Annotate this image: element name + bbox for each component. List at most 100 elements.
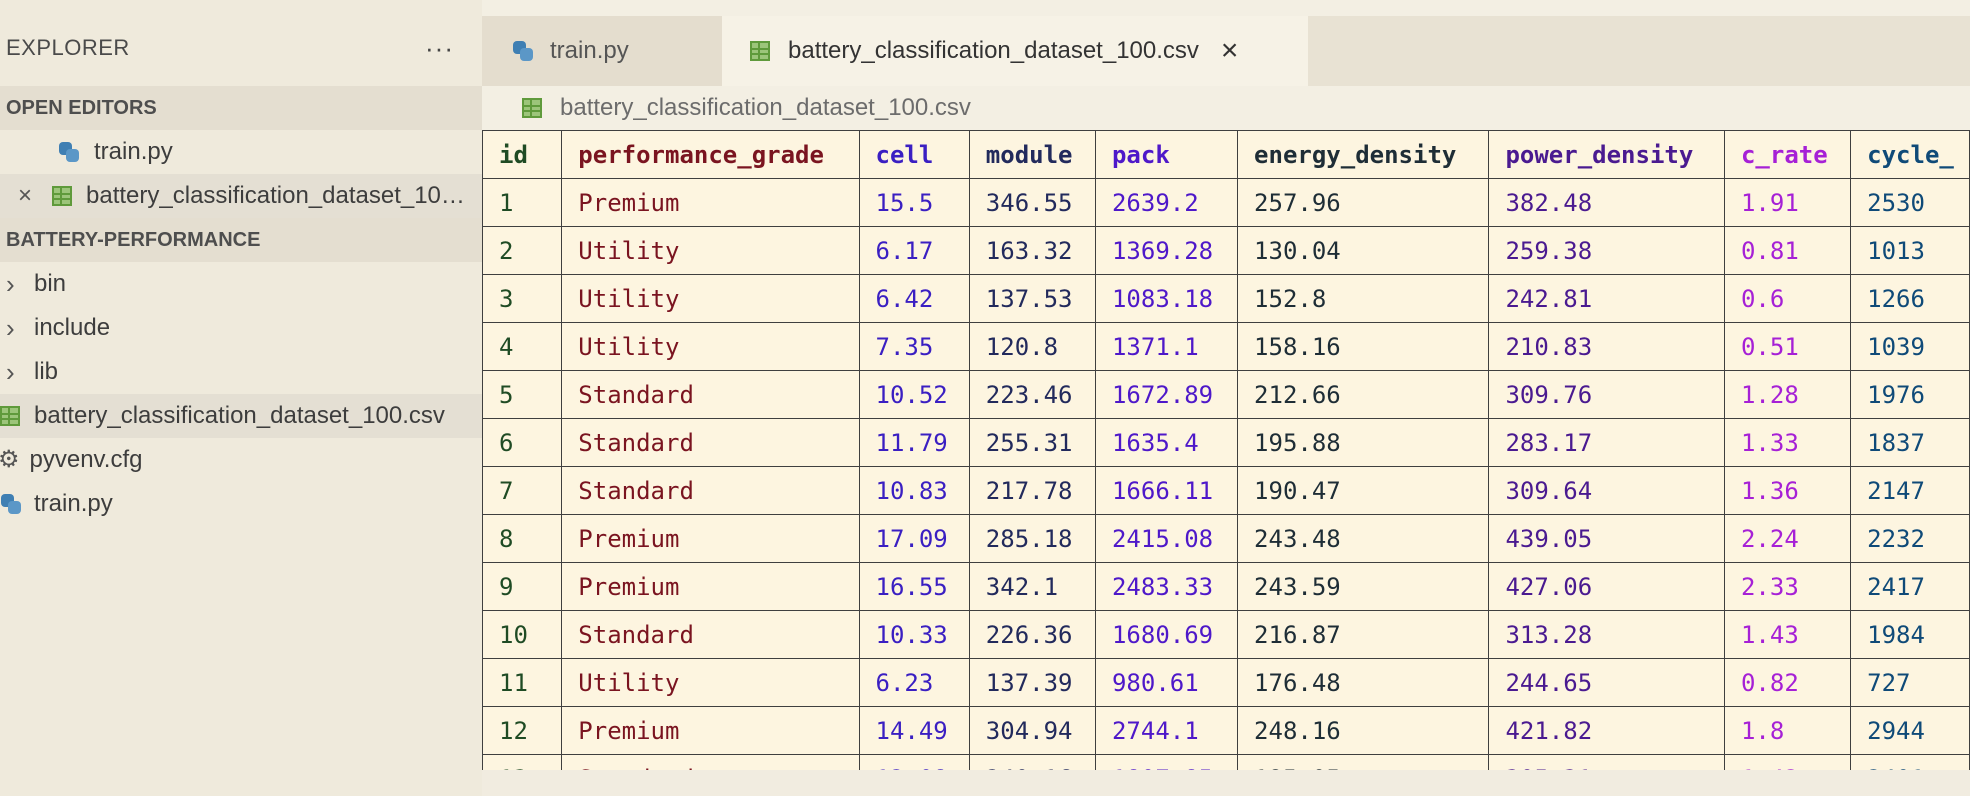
table-cell-cycle-[interactable]: 1266 [1850,274,1970,323]
tree-item-train-py[interactable]: train.py [0,482,482,526]
table-row[interactable]: 10 Standard 10.33 226.36 1680.69 216.87 313.28… [482,610,1970,659]
close-tab-icon[interactable]: × [1221,36,1239,66]
table-cell-pack[interactable]: 1369.28 [1094,226,1239,275]
table-cell-c-rate[interactable]: 1.43 [1723,610,1852,659]
table-cell-performance-grade[interactable]: Standard [561,418,860,467]
open-editors-header[interactable]: OPEN EDITORS [0,86,482,130]
table-cell-performance-grade[interactable]: Standard [561,466,860,515]
table-cell-cell[interactable]: 10.52 [858,370,970,419]
table-cell-pack[interactable]: 980.61 [1094,658,1239,707]
table-cell-energy-density[interactable]: 195.88 [1237,418,1490,467]
table-cell-id[interactable]: 4 [482,322,563,371]
table-cell-id[interactable]: 5 [482,370,563,419]
table-cell-performance-grade[interactable]: Premium [561,514,860,563]
table-cell-power-density[interactable]: 242.81 [1488,274,1725,323]
open-editor-battery-csv[interactable]: × battery_classification_dataset_100.csv [0,174,482,218]
table-cell-performance-grade[interactable]: Utility [561,226,860,275]
column-header-module[interactable]: module [968,130,1096,179]
table-cell-c-rate[interactable]: 2.33 [1723,562,1852,611]
column-header-c-rate[interactable]: c_rate [1723,130,1852,179]
table-cell-cell[interactable]: 6.23 [858,658,970,707]
table-row[interactable]: 1 Premium 15.5 346.55 2639.2 257.96 382.48 1.91… [482,178,1970,227]
table-cell-cycle-[interactable]: 2232 [1850,514,1970,563]
table-cell-pack[interactable]: 1371.1 [1094,322,1239,371]
table-cell-c-rate[interactable]: 1.33 [1723,418,1852,467]
table-cell-power-density[interactable]: 439.05 [1488,514,1725,563]
table-cell-module[interactable]: 226.36 [968,610,1096,659]
table-cell-performance-grade[interactable]: Utility [561,658,860,707]
table-cell-power-density[interactable]: 309.76 [1488,370,1725,419]
table-cell-module[interactable]: 304.94 [968,706,1096,755]
table-cell-id[interactable]: 1 [482,178,563,227]
tab-train-py[interactable]: train.py [482,16,722,86]
table-cell-module[interactable]: 223.46 [968,370,1096,419]
table-cell-power-density[interactable]: 259.38 [1488,226,1725,275]
open-editor-train-py[interactable]: train.py [0,130,482,174]
table-cell-pack[interactable]: 2483.33 [1094,562,1239,611]
table-cell-cycle-[interactable]: 2530 [1850,178,1970,227]
table-row[interactable]: 12 Premium 14.49 304.94 2744.1 248.16 421.82 1.… [482,706,1970,755]
table-cell-c-rate[interactable]: 1.36 [1723,466,1852,515]
table-cell-module[interactable]: 342.1 [968,562,1096,611]
table-cell-module[interactable]: 255.31 [968,418,1096,467]
table-cell-cell[interactable]: 10.83 [858,466,970,515]
table-cell-energy-density[interactable]: 243.59 [1237,562,1490,611]
table-cell-module[interactable]: 137.39 [968,658,1096,707]
table-cell-power-density[interactable]: 421.82 [1488,706,1725,755]
table-cell-cell[interactable]: 6.17 [858,226,970,275]
table-cell-energy-density[interactable]: 130.04 [1237,226,1490,275]
table-cell-c-rate[interactable]: 0.81 [1723,226,1852,275]
table-cell-pack[interactable]: 2744.1 [1094,706,1239,755]
breadcrumb[interactable]: battery_classification_dataset_100.csv [482,86,1970,130]
table-cell-id[interactable]: 10 [482,610,563,659]
table-cell-performance-grade[interactable]: Premium [561,706,860,755]
column-header-power-density[interactable]: power_density [1488,130,1725,179]
table-cell-performance-grade[interactable]: Utility [561,274,860,323]
table-cell-energy-density[interactable]: 190.47 [1237,466,1490,515]
table-cell-performance-grade[interactable]: Utility [561,322,860,371]
table-cell-module[interactable]: 346.55 [968,178,1096,227]
more-actions-icon[interactable]: ··· [425,33,454,64]
table-cell-energy-density[interactable]: 257.96 [1237,178,1490,227]
tree-item-include[interactable]: › include [0,306,482,350]
table-cell-power-density[interactable]: 382.48 [1488,178,1725,227]
table-cell-c-rate[interactable]: 1.42 [1723,754,1852,770]
table-row[interactable]: 2 Utility 6.17 163.32 1369.28 130.04 259.38 0.8… [482,226,1970,275]
table-cell-pack[interactable]: 1083.18 [1094,274,1239,323]
table-cell-energy-density[interactable]: 216.87 [1237,610,1490,659]
table-cell-cell[interactable]: 11.79 [858,418,970,467]
column-header-energy-density[interactable]: energy_density [1237,130,1490,179]
table-cell-energy-density[interactable]: 158.16 [1237,322,1490,371]
table-cell-cycle-[interactable]: 727 [1850,658,1970,707]
table-cell-cell[interactable]: 6.42 [858,274,970,323]
table-cell-pack[interactable]: 1680.69 [1094,610,1239,659]
table-cell-cell[interactable]: 10.33 [858,610,970,659]
table-cell-power-density[interactable]: 313.28 [1488,610,1725,659]
table-cell-energy-density[interactable]: 152.8 [1237,274,1490,323]
table-cell-performance-grade[interactable]: Standard [561,610,860,659]
table-cell-pack[interactable]: 1672.89 [1094,370,1239,419]
table-cell-performance-grade[interactable]: Premium [561,562,860,611]
table-cell-id[interactable]: 12 [482,706,563,755]
table-cell-module[interactable]: 285.18 [968,514,1096,563]
table-row[interactable]: 13Standard12.08240.161807.85195.05305.31… [482,754,1970,770]
tree-item-lib[interactable]: › lib [0,350,482,394]
table-cell-cycle-[interactable]: 2147 [1850,466,1970,515]
table-row[interactable]: 5 Standard 10.52 223.46 1672.89 212.66 309.76 1… [482,370,1970,419]
table-row[interactable]: 9 Premium 16.55 342.1 2483.33 243.59 427.06 2.3… [482,562,1970,611]
table-cell-module[interactable]: 240.16 [968,754,1096,770]
table-cell-cycle-[interactable]: 2417 [1850,562,1970,611]
table-cell-pack[interactable]: 1635.4 [1094,418,1239,467]
table-cell-id[interactable]: 6 [482,418,563,467]
table-cell-performance-grade[interactable]: Standard [561,754,860,770]
table-cell-module[interactable]: 163.32 [968,226,1096,275]
table-cell-performance-grade[interactable]: Standard [561,370,860,419]
table-cell-power-density[interactable]: 309.64 [1488,466,1725,515]
table-cell-pack[interactable]: 1666.11 [1094,466,1239,515]
table-cell-c-rate[interactable]: 1.8 [1723,706,1852,755]
table-cell-power-density[interactable]: 283.17 [1488,418,1725,467]
tree-item-pyvenv-cfg[interactable]: ⚙ pyvenv.cfg [0,438,482,482]
table-cell-module[interactable]: 137.53 [968,274,1096,323]
table-cell-c-rate[interactable]: 2.24 [1723,514,1852,563]
table-cell-module[interactable]: 217.78 [968,466,1096,515]
